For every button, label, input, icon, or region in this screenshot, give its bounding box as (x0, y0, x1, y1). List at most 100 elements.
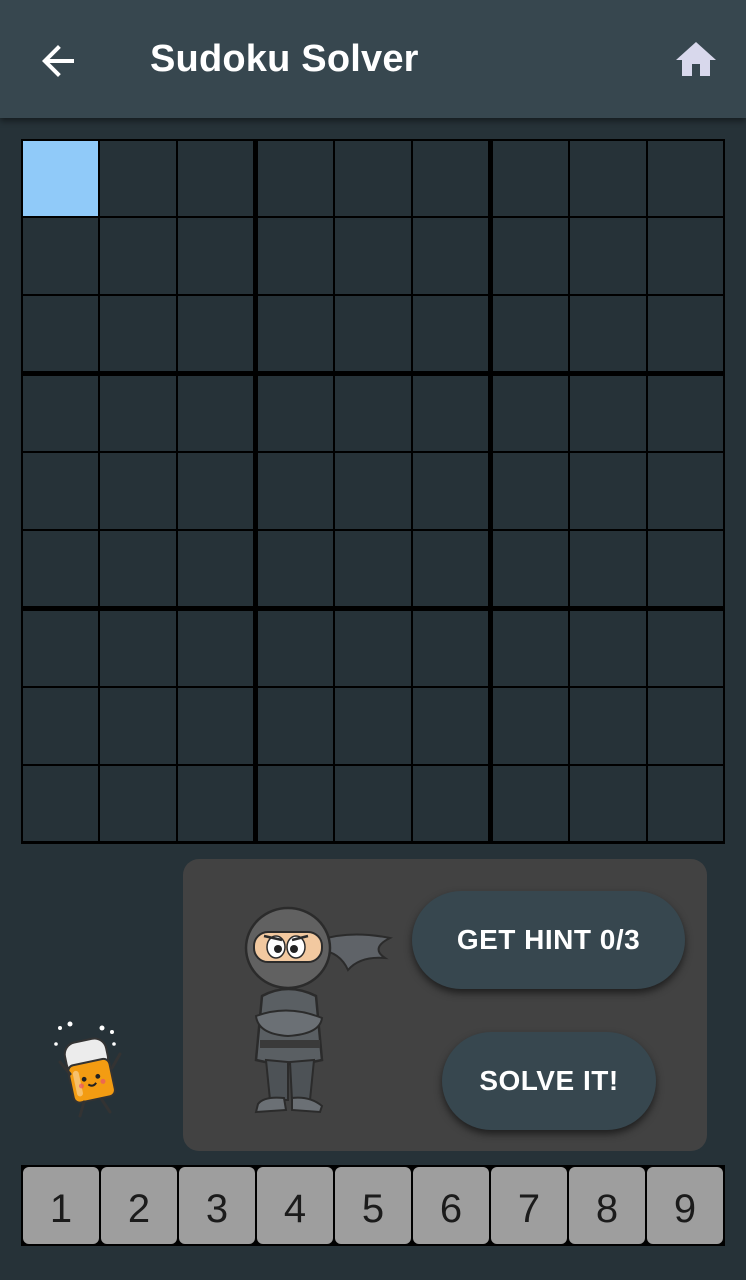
board-cell[interactable] (177, 765, 253, 841)
board-cell[interactable] (335, 765, 411, 841)
board-cell[interactable] (23, 453, 99, 529)
number-key-label: 1 (49, 1187, 73, 1231)
board-cell[interactable] (100, 688, 176, 764)
board-cell[interactable] (177, 218, 253, 294)
board-cell[interactable] (177, 530, 253, 606)
number-key[interactable]: 5 (335, 1167, 411, 1244)
ninja-illustration (244, 906, 394, 1114)
board-cell[interactable] (412, 611, 488, 687)
board-cell[interactable] (335, 218, 411, 294)
number-key[interactable]: 6 (413, 1167, 489, 1244)
board-cell[interactable] (258, 688, 334, 764)
board-cell[interactable] (647, 141, 723, 217)
board-cell[interactable] (412, 530, 488, 606)
board-cell[interactable] (570, 765, 646, 841)
board-cell[interactable] (258, 453, 334, 529)
board-cell[interactable] (570, 611, 646, 687)
board-cell[interactable] (177, 376, 253, 452)
board-cell[interactable] (335, 611, 411, 687)
board-cell[interactable] (647, 765, 723, 841)
board-cell[interactable] (23, 295, 99, 371)
board-cell[interactable] (23, 530, 99, 606)
number-key[interactable]: 2 (101, 1167, 177, 1244)
board-cell[interactable] (570, 141, 646, 217)
board-cell[interactable] (647, 688, 723, 764)
board-cell[interactable] (570, 453, 646, 529)
board-cell[interactable] (23, 765, 99, 841)
board-cell[interactable] (100, 376, 176, 452)
board-cell[interactable] (493, 376, 569, 452)
number-key[interactable]: 9 (647, 1167, 723, 1244)
board-cell[interactable] (412, 765, 488, 841)
board-cell[interactable] (493, 141, 569, 217)
board-cell[interactable] (335, 376, 411, 452)
board-cell[interactable] (647, 453, 723, 529)
board-cell[interactable] (647, 218, 723, 294)
number-key[interactable]: 1 (23, 1167, 99, 1244)
board-cell[interactable] (570, 530, 646, 606)
board-cell[interactable] (258, 611, 334, 687)
board-cell[interactable] (100, 141, 176, 217)
board-cell[interactable] (335, 453, 411, 529)
board-cell[interactable] (100, 765, 176, 841)
board-cell[interactable] (23, 376, 99, 452)
board-cell[interactable] (100, 453, 176, 529)
board-cell[interactable] (570, 218, 646, 294)
board-cell[interactable] (177, 688, 253, 764)
home-button[interactable] (672, 36, 720, 84)
eraser-icon[interactable] (50, 1018, 130, 1122)
board-cell[interactable] (412, 218, 488, 294)
board-cell[interactable] (177, 611, 253, 687)
board-cell[interactable] (177, 295, 253, 371)
board-cell[interactable] (258, 295, 334, 371)
board-cell[interactable] (100, 295, 176, 371)
number-key[interactable]: 4 (257, 1167, 333, 1244)
board-cell[interactable] (258, 530, 334, 606)
number-key-label: 5 (361, 1187, 385, 1231)
board-cell[interactable] (100, 218, 176, 294)
board-cell[interactable] (412, 376, 488, 452)
board-cell[interactable] (493, 218, 569, 294)
board-cell[interactable] (412, 453, 488, 529)
board-cell[interactable] (100, 530, 176, 606)
board-cell[interactable] (23, 688, 99, 764)
board-cell[interactable] (258, 218, 334, 294)
board-cell[interactable] (493, 453, 569, 529)
get-hint-button[interactable]: GET HINT 0/3 (412, 891, 685, 989)
board-cell[interactable] (647, 376, 723, 452)
board-cell[interactable] (412, 688, 488, 764)
board-cell[interactable] (177, 453, 253, 529)
board-cell[interactable] (23, 141, 99, 217)
board-cell[interactable] (493, 530, 569, 606)
board-cell[interactable] (493, 611, 569, 687)
number-key[interactable]: 8 (569, 1167, 645, 1244)
number-key[interactable]: 3 (179, 1167, 255, 1244)
board-cell[interactable] (177, 141, 253, 217)
back-button[interactable] (34, 37, 82, 85)
board-cell[interactable] (100, 611, 176, 687)
board-cell[interactable] (493, 765, 569, 841)
number-key[interactable]: 7 (491, 1167, 567, 1244)
number-key-label: 2 (127, 1187, 151, 1231)
board-cell[interactable] (335, 141, 411, 217)
board-cell[interactable] (493, 688, 569, 764)
board-cell[interactable] (570, 376, 646, 452)
board-cell[interactable] (647, 611, 723, 687)
board-cell[interactable] (335, 295, 411, 371)
board-cell[interactable] (570, 295, 646, 371)
board-cell[interactable] (647, 295, 723, 371)
board-cell[interactable] (258, 141, 334, 217)
number-key-label: 7 (517, 1187, 541, 1231)
board-cell[interactable] (258, 765, 334, 841)
board-cell[interactable] (647, 530, 723, 606)
board-cell[interactable] (23, 611, 99, 687)
solve-it-button[interactable]: SOLVE IT! (442, 1032, 656, 1130)
board-cell[interactable] (23, 218, 99, 294)
board-cell[interactable] (493, 295, 569, 371)
board-cell[interactable] (335, 688, 411, 764)
board-cell[interactable] (335, 530, 411, 606)
board-cell[interactable] (412, 141, 488, 217)
board-cell[interactable] (570, 688, 646, 764)
board-cell[interactable] (412, 295, 488, 371)
board-cell[interactable] (258, 376, 334, 452)
